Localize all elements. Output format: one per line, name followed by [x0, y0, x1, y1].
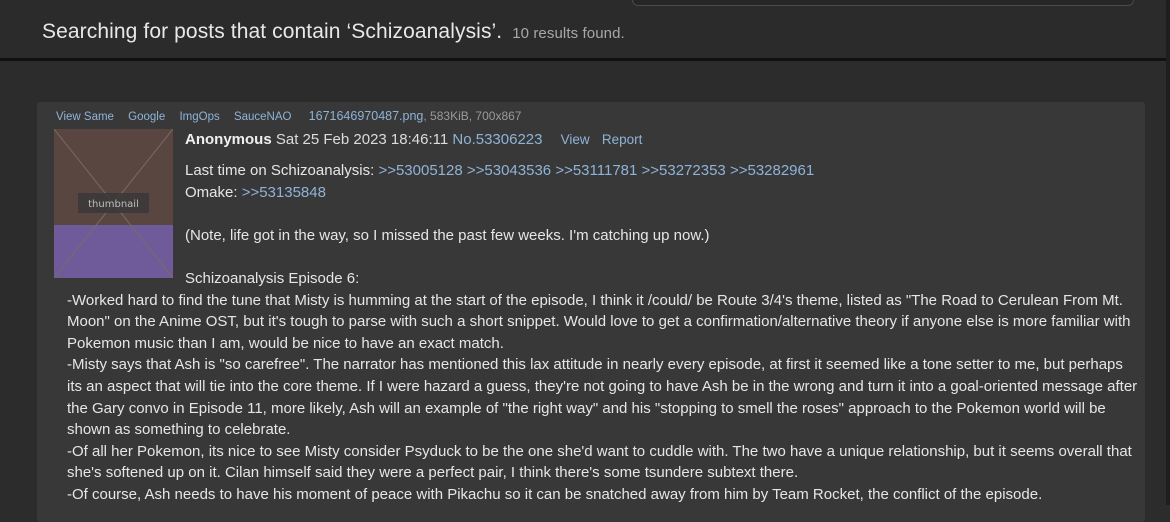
omake-label: Omake:: [185, 183, 238, 201]
omake-line: Omake: >>53135848: [67, 182, 1139, 204]
header-divider: [0, 58, 1166, 61]
last-time-line: Last time on Schizoanalysis: >>53005128 …: [67, 160, 1139, 182]
post-datetime: Sat 25 Feb 2023 18:46:11: [275, 131, 449, 148]
file-info-bar: View Same Google ImgOps SauceNAO 1671646…: [56, 109, 521, 123]
quote-link[interactable]: >>53272353: [642, 162, 726, 179]
file-meta: , 583KiB, 700x867: [423, 109, 522, 123]
view-post-link[interactable]: View: [561, 132, 590, 147]
results-count: 10 results found.: [512, 25, 625, 42]
post-number-link[interactable]: No.53306223: [452, 131, 542, 148]
google-link[interactable]: Google: [128, 111, 165, 123]
quote-link[interactable]: >>53135848: [242, 184, 326, 201]
body-paragraph: -Of course, Ash needs to have his moment…: [67, 485, 1043, 503]
quote-link[interactable]: >>53111781: [555, 162, 637, 179]
view-same-link[interactable]: View Same: [56, 111, 114, 123]
quote-link[interactable]: >>53043536: [467, 162, 551, 179]
search-results-heading: Searching for posts that contain ‘Schizo…: [42, 20, 625, 44]
report-link[interactable]: Report: [602, 132, 643, 147]
quote-link[interactable]: >>53005128: [378, 162, 462, 179]
post-body: Last time on Schizoanalysis: >>53005128 …: [67, 160, 1139, 506]
saucenao-link[interactable]: SauceNAO: [234, 111, 292, 123]
quote-link[interactable]: >>53282961: [730, 162, 814, 179]
last-time-label: Last time on Schizoanalysis:: [185, 162, 375, 179]
body-paragraph: -Of all her Pokemon, its nice to see Mis…: [67, 442, 1132, 482]
top-search-box-edge[interactable]: [632, 0, 1134, 6]
post-card: View Same Google ImgOps SauceNAO 1671646…: [37, 102, 1145, 522]
file-name-link[interactable]: 1671646970487.png: [309, 109, 424, 123]
search-header-bar: Searching for posts that contain ‘Schizo…: [0, 0, 1170, 61]
body-paragraph: -Worked hard to find the tune that Misty…: [67, 291, 1131, 352]
note-line: (Note, life got in the way, so I missed …: [185, 226, 710, 244]
episode-title: Schizoanalysis Episode 6:: [185, 269, 360, 287]
page-scrollbar[interactable]: [1166, 0, 1170, 505]
body-paragraph: -Misty says that Ash is "so carefree". T…: [67, 356, 1138, 439]
post-header: Anonymous Sat 25 Feb 2023 18:46:11 No.53…: [185, 131, 642, 148]
search-query-text: Searching for posts that contain ‘Schizo…: [42, 20, 503, 43]
post-author: Anonymous: [185, 131, 272, 148]
imgops-link[interactable]: ImgOps: [179, 111, 219, 123]
